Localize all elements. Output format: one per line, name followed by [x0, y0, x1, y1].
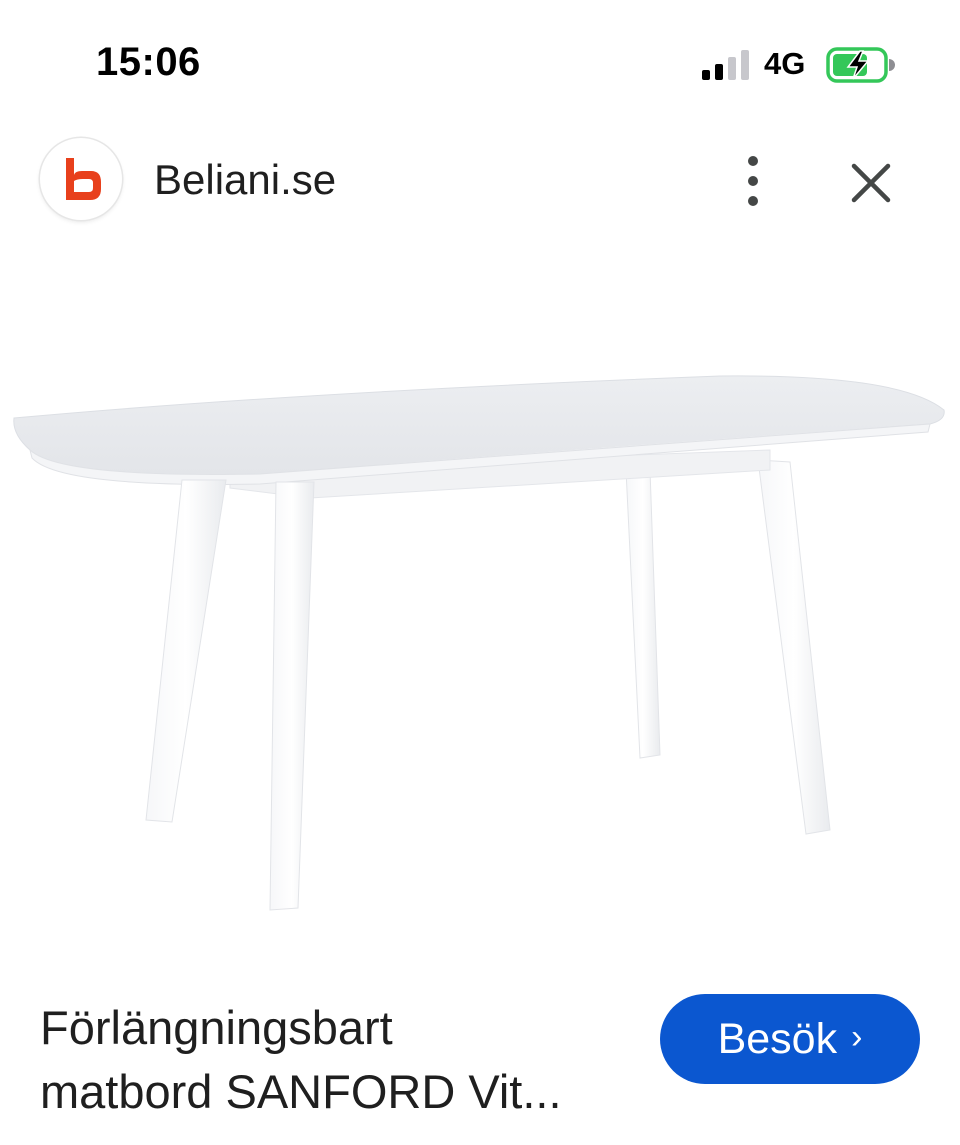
product-title-line-2: matbord SANFORD Vit...	[40, 1065, 562, 1118]
status-bar: 15:06 4G	[0, 0, 960, 120]
close-icon[interactable]	[846, 158, 896, 208]
more-vertical-icon[interactable]	[730, 150, 776, 212]
browser-header: Beliani.se	[0, 128, 960, 238]
status-time: 15:06	[96, 40, 201, 84]
site-name: Beliani.se	[154, 156, 337, 203]
beliani-logo-icon	[66, 158, 101, 200]
product-title-line-1: Förlängningsbart	[40, 1001, 393, 1054]
signal-bars-icon	[702, 50, 749, 80]
visit-button-label: Besök	[717, 1014, 838, 1063]
battery-charging-icon	[826, 47, 895, 83]
visit-button[interactable]: Besök ›	[660, 994, 920, 1084]
product-image[interactable]	[0, 300, 960, 960]
network-label: 4G	[764, 46, 806, 81]
product-title[interactable]: Förlängningsbart matbord SANFORD Vit...	[40, 996, 640, 1124]
site-logo[interactable]	[40, 138, 122, 220]
chevron-right-icon: ›	[851, 1017, 863, 1056]
